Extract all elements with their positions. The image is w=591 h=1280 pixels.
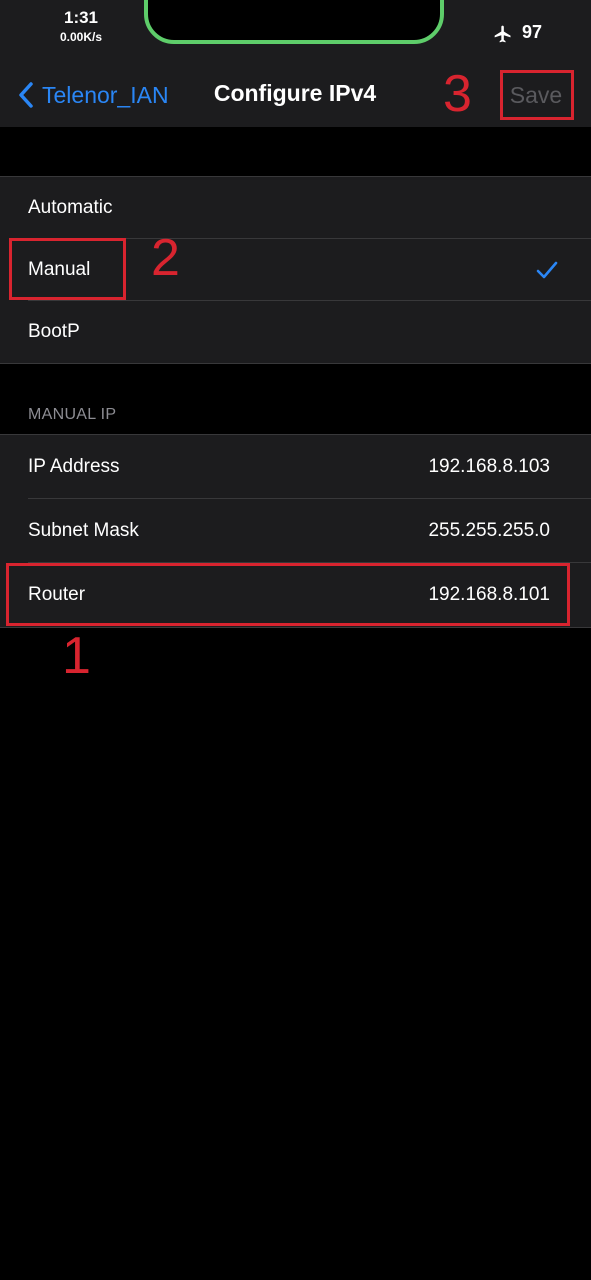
- back-button-label: Telenor_IAN: [42, 81, 169, 108]
- annotation-number-2: 2: [151, 229, 180, 287]
- back-button[interactable]: Telenor_IAN: [16, 79, 169, 111]
- mode-option-automatic[interactable]: Automatic: [0, 177, 591, 239]
- save-highlight-box: [500, 70, 574, 120]
- manual-highlight-box: [9, 238, 126, 300]
- mode-option-bootp[interactable]: BootP: [0, 301, 591, 363]
- ip-address-field[interactable]: 192.168.8.103: [428, 435, 550, 499]
- subnet-mask-field[interactable]: 255.255.255.0: [428, 499, 550, 563]
- battery-level: 97: [522, 22, 543, 42]
- annotation-number-3: 3: [443, 65, 472, 123]
- mode-option-label: BootP: [28, 321, 80, 342]
- airplane-icon: [494, 25, 511, 43]
- router-highlight-box: [6, 563, 570, 626]
- status-time: 1:31: [63, 8, 99, 27]
- status-bar: 1:31 0.00K/s 97: [0, 0, 591, 64]
- subnet-mask-row[interactable]: Subnet Mask 255.255.255.0: [0, 499, 591, 563]
- annotation-number-1: 1: [62, 627, 91, 685]
- chevron-left-icon: [19, 82, 33, 108]
- ip-address-row[interactable]: IP Address 192.168.8.103: [0, 435, 591, 499]
- subnet-mask-label: Subnet Mask: [28, 520, 139, 541]
- network-speed: 0.00K/s: [59, 30, 103, 44]
- page-title: Configure IPv4: [213, 80, 377, 106]
- checkmark-icon: [536, 261, 558, 279]
- ip-address-label: IP Address: [28, 456, 120, 477]
- manual-ip-section-header: MANUAL IP: [28, 406, 117, 423]
- dynamic-island: [144, 0, 444, 44]
- mode-option-label: Automatic: [28, 197, 113, 218]
